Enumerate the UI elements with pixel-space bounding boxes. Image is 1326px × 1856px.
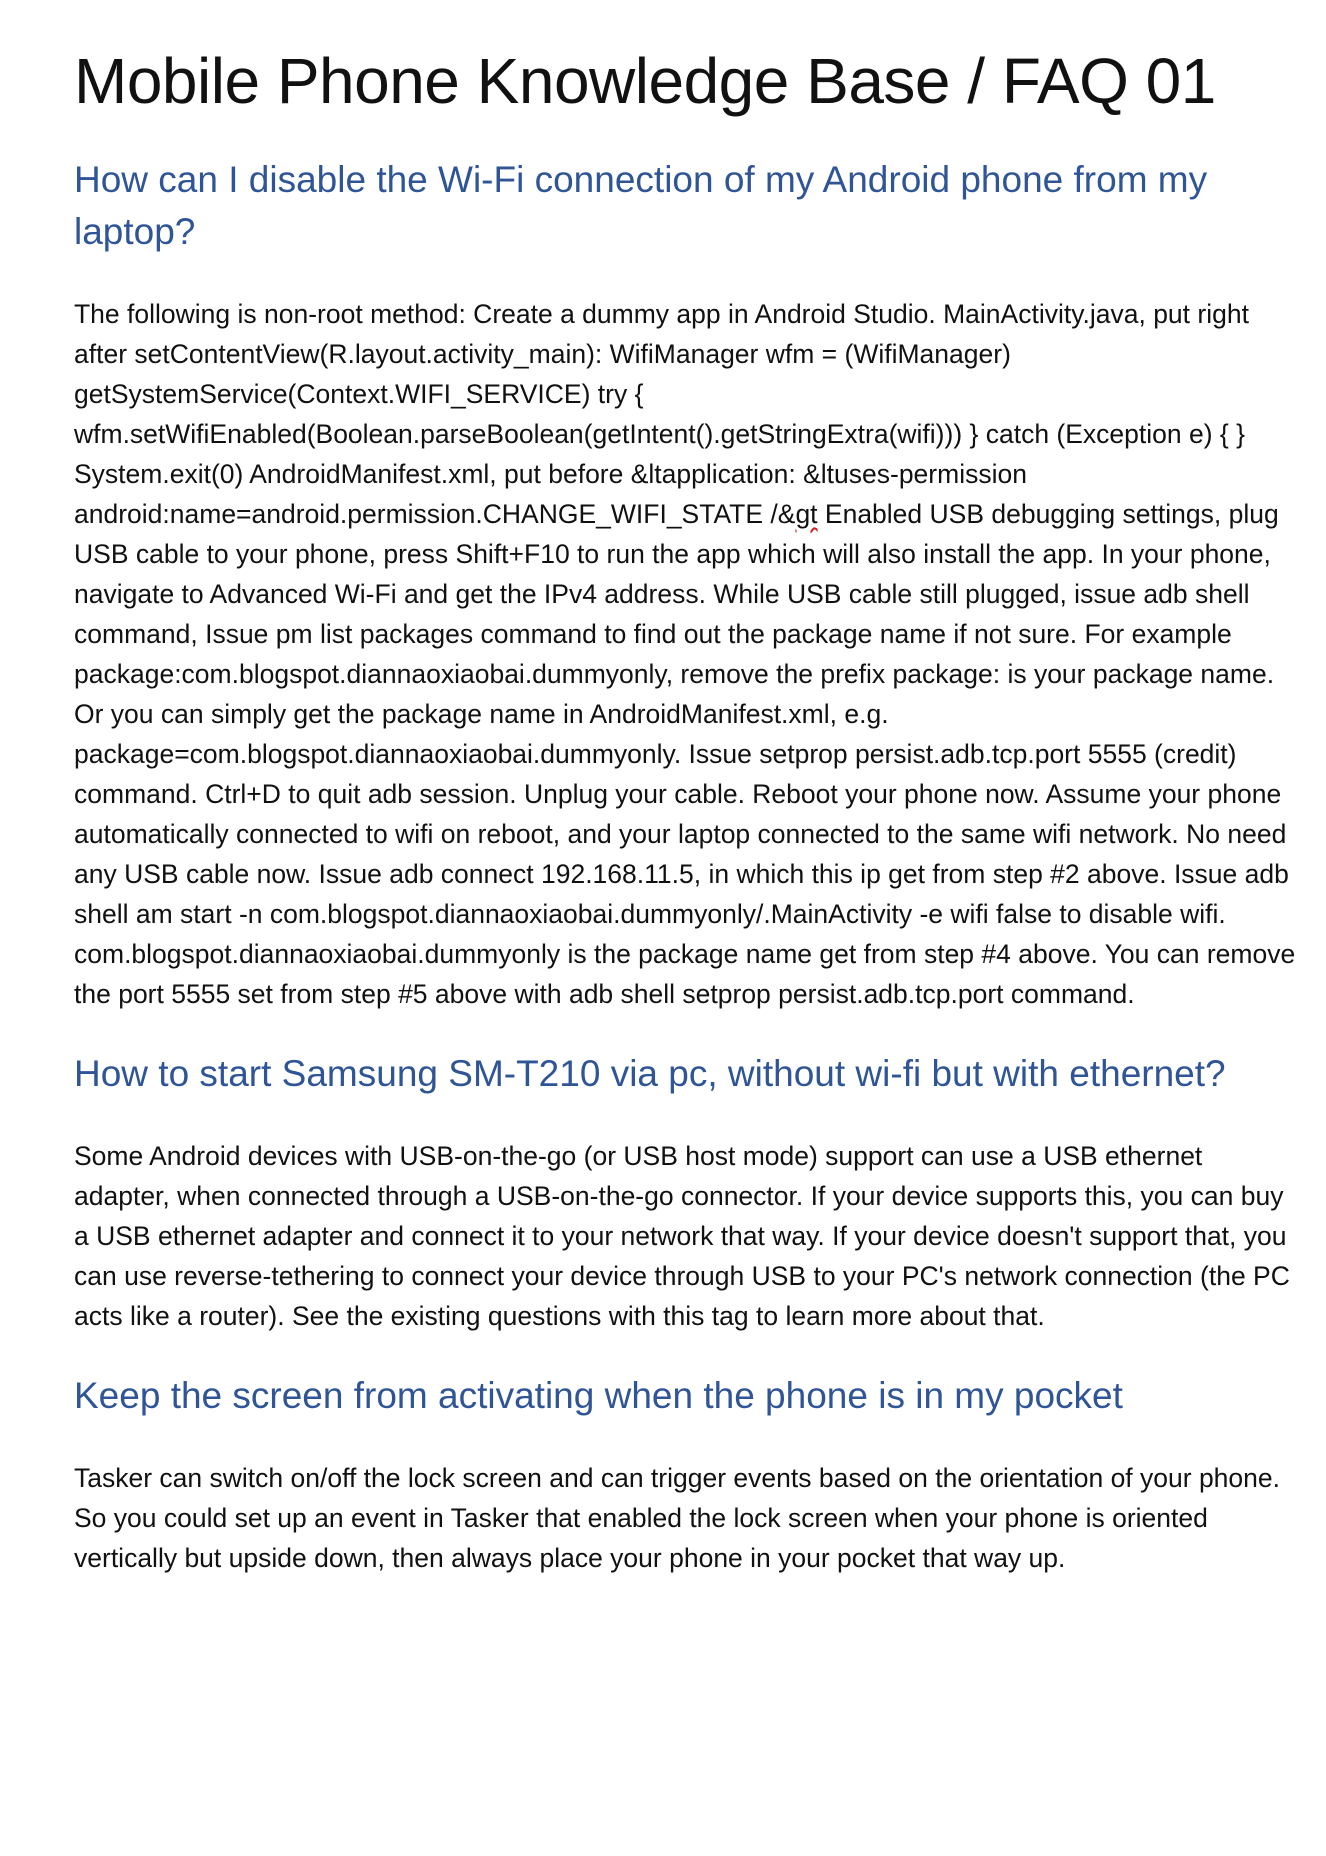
section-heading: Keep the screen from activating when the…	[74, 1375, 1123, 1416]
section-heading: How can I disable the Wi-Fi connection o…	[74, 159, 1208, 252]
section-heading: How to start Samsung SM-T210 via pc, wit…	[74, 1053, 1226, 1094]
spellcheck-marked-text: gt	[795, 499, 818, 529]
faq-section-ethernet: How to start Samsung SM-T210 via pc, wit…	[74, 1048, 1296, 1336]
faq-section-wifi: How can I disable the Wi-Fi connection o…	[74, 154, 1296, 1014]
section-body: The following is non-root method: Create…	[74, 294, 1296, 1014]
document-title: Mobile Phone Knowledge Base / FAQ 01	[74, 45, 1216, 117]
body-text: The following is non-root method: Create…	[74, 299, 1249, 529]
document-page: Mobile Phone Knowledge Base / FAQ 01 How…	[74, 40, 1296, 1578]
section-body: Tasker can switch on/off the lock screen…	[74, 1463, 1280, 1573]
faq-section-pocket: Keep the screen from activating when the…	[74, 1370, 1296, 1578]
section-body: Some Android devices with USB-on-the-go …	[74, 1141, 1290, 1331]
body-text: Enabled USB debugging settings, plug USB…	[74, 499, 1296, 1009]
